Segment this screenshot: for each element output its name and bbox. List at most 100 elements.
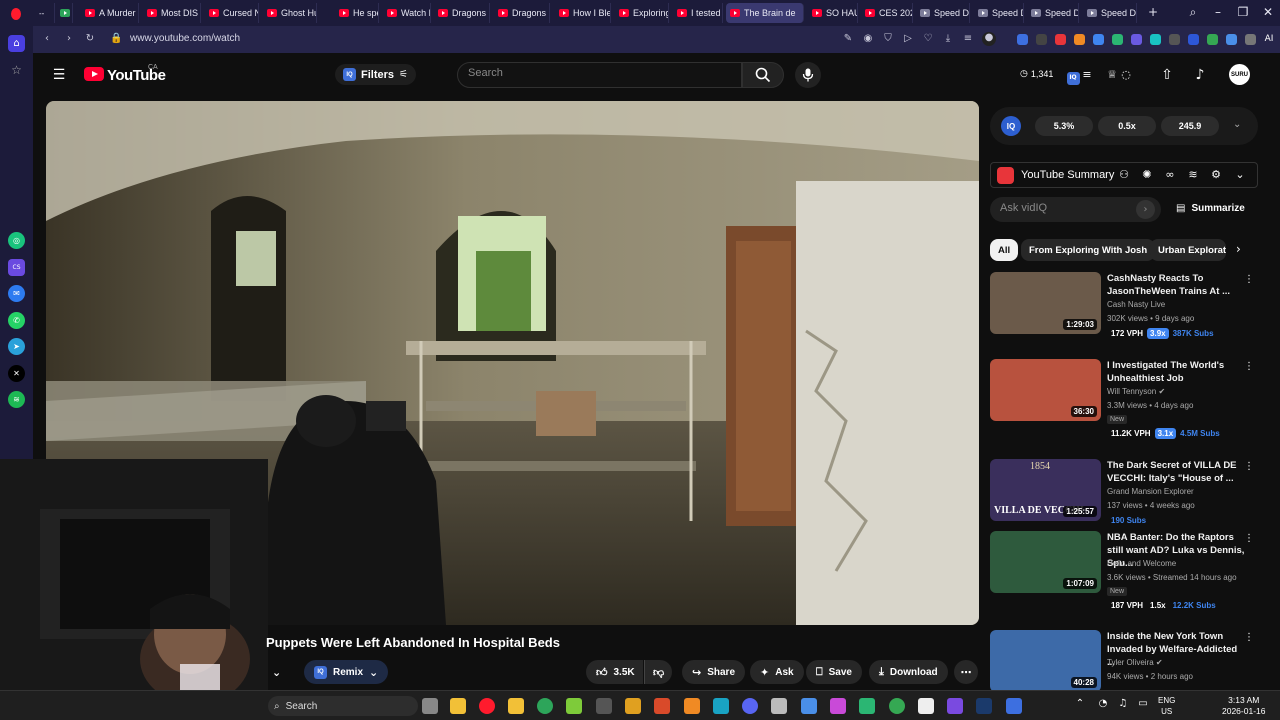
browser-tab[interactable]: Exploring: [615, 3, 669, 23]
search-tabs-icon[interactable]: ⌕: [1184, 5, 1202, 20]
channel-name[interactable]: Grand Mansion Explorer: [1107, 487, 1194, 496]
video-thumbnail[interactable]: 1:29:03: [990, 272, 1101, 334]
glasses-icon[interactable]: ∞: [1161, 166, 1179, 184]
app-icon[interactable]: [596, 698, 612, 714]
chip-urban-exploration[interactable]: Urban Explorat: [1150, 239, 1226, 261]
more-actions-button[interactable]: ⋯: [954, 660, 978, 684]
channel-name[interactable]: Tyler Oliveira ✔: [1107, 658, 1163, 667]
app-icon[interactable]: [654, 698, 670, 714]
app-icon[interactable]: [830, 698, 846, 714]
video-title[interactable]: I Investigated The World's Unhealthiest …: [1107, 359, 1245, 385]
hamburger-menu-icon[interactable]: ☰: [50, 66, 68, 84]
browser-tab[interactable]: Dragons: [434, 3, 490, 23]
watch-history-counter[interactable]: ◷ 1,341: [1020, 69, 1053, 79]
browser-tab[interactable]: Ghost Hu: [263, 3, 317, 23]
recommended-video[interactable]: 1:29:03 CashNasty Reacts To JasonTheWeen …: [990, 272, 1258, 339]
send-arrow-icon[interactable]: ›: [1136, 200, 1155, 219]
browser-tab[interactable]: Cursed N: [205, 3, 259, 23]
settings-gear-icon[interactable]: ⚙: [1207, 166, 1225, 184]
download-button[interactable]: ⤓ Download: [869, 660, 948, 684]
browser-tab[interactable]: Watch De: [383, 3, 431, 23]
battery-icon[interactable]: ▭: [1135, 698, 1151, 714]
app-icon[interactable]: [947, 698, 963, 714]
extension-icon[interactable]: [1131, 34, 1142, 45]
app-icon[interactable]: [801, 698, 817, 714]
upload-icon[interactable]: ⇧: [1158, 66, 1176, 84]
forward-icon[interactable]: ›: [63, 33, 75, 45]
system-clock[interactable]: 3:13 AM 2026-01-16: [1222, 695, 1265, 717]
cs-app-icon[interactable]: CS: [8, 259, 25, 276]
video-thumbnail[interactable]: 1:07:09: [990, 531, 1101, 593]
spotify-icon[interactable]: ≋: [8, 391, 25, 408]
youtube-logo-icon[interactable]: [84, 67, 104, 81]
chatgpt-icon[interactable]: ◎: [8, 232, 25, 249]
extension-icon[interactable]: [1017, 34, 1028, 45]
save-button[interactable]: ⎕ Save: [806, 660, 862, 684]
chip-all[interactable]: All: [990, 239, 1019, 261]
video-title[interactable]: CashNasty Reacts To JasonTheWeen Trains …: [1107, 272, 1245, 298]
robot-icon[interactable]: ⚇: [1115, 166, 1133, 184]
share-button[interactable]: ↪ Share: [682, 660, 746, 684]
capcut-icon[interactable]: [918, 698, 934, 714]
extension-icon[interactable]: [1093, 34, 1104, 45]
remix-button[interactable]: IQ Remix ⌄: [304, 660, 389, 684]
search-input[interactable]: [468, 67, 728, 79]
browser-tab[interactable]: Speed Dir: [1083, 3, 1137, 23]
language-indicator[interactable]: ENG US: [1158, 695, 1175, 717]
ask-vidiq-input[interactable]: [1000, 202, 1130, 214]
app-icon[interactable]: [713, 698, 729, 714]
tab-pinned[interactable]: [57, 3, 73, 23]
wifi-icon[interactable]: ◔: [1095, 698, 1111, 714]
tray-overflow-icon[interactable]: ⌃: [1072, 698, 1088, 714]
new-tab-icon[interactable]: +: [1144, 5, 1162, 19]
collapse-button[interactable]: ⌄: [266, 660, 287, 684]
filters-button[interactable]: IQ Filters ⚟: [335, 64, 416, 85]
dislike-button[interactable]: 👎︎: [644, 660, 673, 684]
chip-from-channel[interactable]: From Exploring With Josh: [1021, 239, 1156, 261]
channel-name[interactable]: Hello and Welcome: [1107, 559, 1176, 568]
vlc-icon[interactable]: [684, 698, 700, 714]
url-field[interactable]: www.youtube.com/watch: [130, 33, 240, 44]
search-button[interactable]: [742, 62, 784, 88]
extension-icon[interactable]: [1036, 34, 1047, 45]
home-icon[interactable]: ⌂: [8, 35, 25, 52]
volume-icon[interactable]: ♫: [1115, 698, 1131, 714]
close-window-icon[interactable]: ✕: [1259, 5, 1277, 19]
more-vertical-icon[interactable]: ⋮: [1244, 461, 1254, 472]
back-icon[interactable]: ‹: [41, 33, 53, 45]
app-icon[interactable]: [859, 698, 875, 714]
voice-search-button[interactable]: [795, 62, 821, 88]
video-title[interactable]: The Dark Secret of VILLA DE VECCHI: Ital…: [1107, 459, 1245, 485]
channel-name[interactable]: Will Tennyson ✔: [1107, 387, 1165, 396]
video-thumbnail[interactable]: 40:28: [990, 630, 1101, 692]
app-icon[interactable]: [566, 698, 582, 714]
file-explorer-icon[interactable]: [450, 698, 466, 714]
vph-stat[interactable]: 245.9: [1161, 116, 1219, 136]
browser-tab[interactable]: Speed Dir: [1027, 3, 1079, 23]
chips-next-arrow-icon[interactable]: ›: [1236, 242, 1241, 256]
vidiq-logo-icon[interactable]: IQ: [1001, 116, 1021, 136]
telegram-icon[interactable]: ➤: [8, 338, 25, 355]
camera-icon[interactable]: ◉: [862, 33, 874, 45]
browser-tab[interactable]: A Murder: [81, 3, 139, 23]
browser-tab[interactable]: CES 2026: [861, 3, 913, 23]
more-vertical-icon[interactable]: ⋮: [1244, 632, 1254, 643]
recommended-video[interactable]: 40:28 Inside the New York Town Invaded by…: [990, 630, 1258, 694]
notifications-bell-icon[interactable]: ♪: [1191, 66, 1209, 84]
app-icon[interactable]: [508, 698, 524, 714]
browser-tab[interactable]: How I Ble: [555, 3, 611, 23]
multiplier-stat[interactable]: 0.5x: [1098, 116, 1156, 136]
tab-back-arrows[interactable]: --: [35, 3, 55, 23]
browser-tab[interactable]: SO HAUN: [808, 3, 858, 23]
ask-button[interactable]: ✦ Ask: [750, 660, 804, 684]
avatar[interactable]: SURU: [1229, 64, 1250, 85]
opera-logo-icon[interactable]: [11, 8, 21, 20]
maximize-icon[interactable]: ❐: [1234, 5, 1252, 19]
chat-icon[interactable]: ◌: [1117, 66, 1135, 84]
taskbar-search[interactable]: ⌕ Search: [268, 696, 418, 716]
messenger-icon[interactable]: ✉: [8, 285, 25, 302]
steam-icon[interactable]: [976, 698, 992, 714]
openai-icon[interactable]: ✺: [1138, 166, 1156, 184]
menu-icon[interactable]: ≡: [962, 33, 974, 45]
browser-tab[interactable]: Speed Dir: [974, 3, 1024, 23]
